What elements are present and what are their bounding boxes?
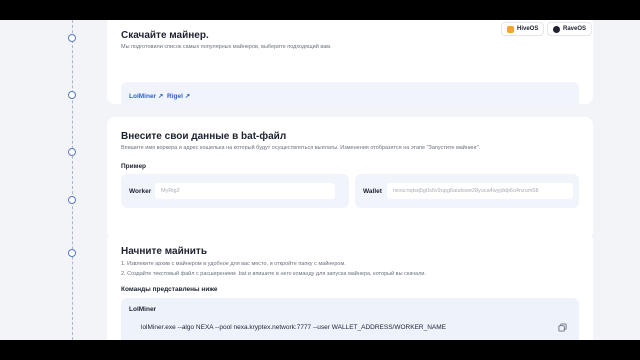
timeline-dot <box>68 91 76 99</box>
raveos-button[interactable]: RaveOS <box>547 22 593 36</box>
step-title: Внесите свои данные в bat-файл <box>121 131 287 142</box>
timeline-dot <box>68 196 76 204</box>
start-mining-card: Начните майнить 1. Извлеките архив с май… <box>107 232 593 340</box>
bat-file-card: Внесите свои данные в bat-файл Впишите и… <box>107 117 593 239</box>
download-miner-card: Скачайте майнер. Мы подготовили список с… <box>107 20 593 108</box>
steps-timeline <box>72 20 73 340</box>
hiveos-button[interactable]: HiveOS <box>501 22 545 36</box>
command-text: lolMiner.exe --algo NEXA --pool nexa.kry… <box>141 324 447 331</box>
instruction-2: 2. Создайте текстовый файл с расширением… <box>121 271 427 277</box>
worker-input[interactable]: MyRig2 <box>155 183 335 199</box>
timeline-dot-step3 <box>68 249 76 257</box>
wallet-label: Wallet <box>363 188 382 195</box>
hiveos-label: HiveOS <box>517 26 539 32</box>
instruction-1: 1. Извлеките архив с майнером в удобное … <box>121 261 346 267</box>
timeline-dot-step1 <box>68 34 76 42</box>
worker-field-box: Worker MyRig2 <box>121 174 349 208</box>
miner-name: LolMiner <box>129 306 157 313</box>
lolminer-link[interactable]: LolMiner ↗ <box>129 92 163 100</box>
command-box: LolMiner lolMiner.exe --algo NEXA --pool… <box>121 298 579 340</box>
rigel-link[interactable]: Rigel ↗ <box>167 92 190 100</box>
step-description: Впишите имя воркера и адрес кошелька на … <box>121 145 481 151</box>
raveos-icon <box>553 25 560 33</box>
timeline-dot-step2 <box>68 148 76 156</box>
step-title: Скачайте майнер. <box>121 30 209 41</box>
miner-links: LolMiner ↗ Rigel ↗ <box>121 82 579 108</box>
wallet-input[interactable]: nexa:nqtsq5g0s6v9upg6audswe28yuca4wyjddp… <box>387 183 573 199</box>
copy-icon[interactable] <box>558 323 567 332</box>
hiveos-icon <box>507 25 514 33</box>
wallet-field-box: Wallet nexa:nqtsq5g0s6v9upg6audswe28yuca… <box>355 174 579 208</box>
commands-label: Команды представлены ниже <box>121 286 218 293</box>
example-label: Пример <box>121 163 147 170</box>
step-title: Начните майнить <box>121 246 207 257</box>
step-description: Мы подготовили список самых популярных м… <box>121 44 332 50</box>
worker-label: Worker <box>129 188 152 195</box>
page: Скачайте майнер. Мы подготовили список с… <box>0 20 640 340</box>
raveos-label: RaveOS <box>563 26 587 32</box>
